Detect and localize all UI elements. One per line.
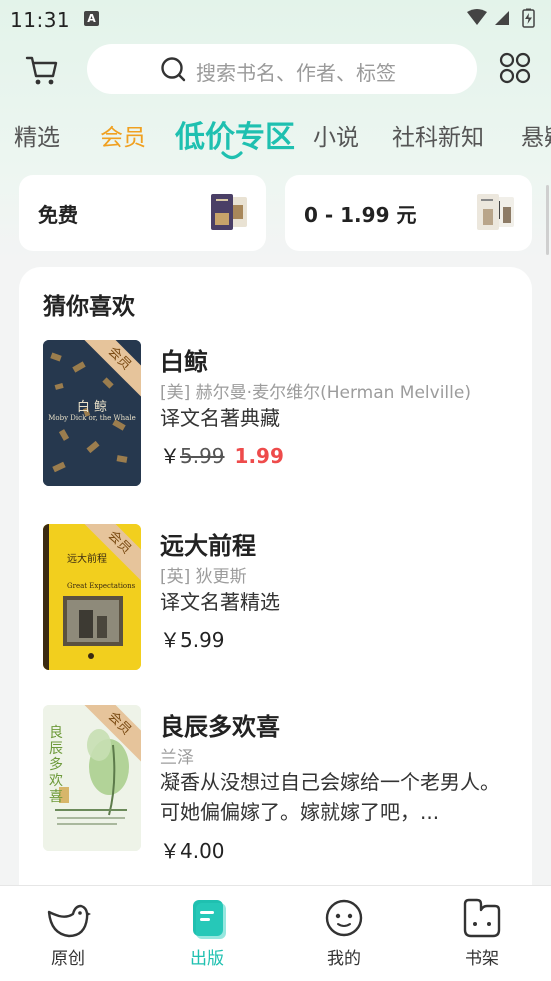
nav-bookshelf[interactable]: 书架 (427, 886, 537, 981)
grid-icon (499, 52, 531, 84)
filter-cheap-label: 0 - 1.99 元 (304, 203, 417, 227)
nav-label: 我的 (327, 949, 361, 969)
cover-subtitle: Moby Dick or, the Whale (48, 414, 136, 422)
nav-original[interactable]: 原创 (13, 886, 123, 981)
search-icon (161, 57, 186, 82)
recommend-panel: 猜你喜欢 白 鲸 Moby Dick or, the Whale 会员 白鲸 [… (19, 267, 532, 907)
book-author: 兰泽 (160, 748, 194, 768)
book-item-great-expectations[interactable]: 远大前程 Great Expectations 会员 远大前程 [英] 狄更斯 … (19, 524, 532, 674)
category-tabs: 精选 会员 低价专区 小说 社科新知 悬疑 (0, 112, 551, 164)
price-sale: 1.99 (234, 444, 284, 468)
scroll-indicator (546, 185, 549, 255)
book-cover: 良辰多欢喜 会员 (43, 705, 141, 851)
cover-title: 白 鲸 (76, 400, 108, 415)
book-title: 远大前程 (160, 532, 256, 560)
cover-title: 良辰多欢喜 (49, 725, 63, 805)
book-cover: 远大前程 Great Expectations 会员 (43, 524, 141, 670)
book-icon (193, 900, 226, 939)
search-placeholder: 搜索书名、作者、标签 (196, 61, 396, 85)
search-input[interactable]: 搜索书名、作者、标签 (87, 44, 477, 94)
filter-free-covers (211, 194, 247, 230)
nav-me[interactable]: 我的 (289, 886, 399, 981)
filter-cheap-card[interactable]: 0 - 1.99 元 (285, 175, 532, 251)
bottom-nav: 原创 出版 我的 书架 (0, 885, 551, 981)
cart-icon (25, 56, 58, 85)
nav-label: 原创 (51, 949, 85, 969)
status-time: 11:31 (10, 8, 71, 32)
book-desc: 译文名著精选 (160, 590, 280, 614)
tab-social-science[interactable]: 社科新知 (392, 118, 484, 152)
book-cover: 白 鲸 Moby Dick or, the Whale 会员 (43, 340, 141, 486)
book-author: [美] 赫尔曼·麦尔维尔(Herman Melville) (160, 383, 471, 403)
nav-label: 出版 (190, 949, 224, 969)
bookshelf-icon (463, 898, 501, 938)
tab-suspense[interactable]: 悬疑 (521, 118, 551, 152)
nav-publish[interactable]: 出版 (152, 886, 262, 981)
book-item-moby-dick[interactable]: 白 鲸 Moby Dick or, the Whale 会员 白鲸 [美] 赫尔… (19, 340, 532, 490)
book-price: ￥4.00 (160, 839, 225, 863)
status-indicators-icon (467, 8, 535, 28)
filter-free-label: 免费 (38, 203, 78, 227)
book-title: 白鲸 (160, 348, 208, 376)
filter-free-card[interactable]: 免费 (19, 175, 266, 251)
nav-label: 书架 (465, 949, 499, 969)
book-author: [英] 狄更斯 (160, 567, 247, 587)
cart-button[interactable] (24, 52, 60, 88)
price-currency: ￥ (160, 444, 180, 468)
status-bar: 11:31 A (0, 0, 551, 36)
bird-icon (47, 904, 91, 938)
book-price: ￥5.99 (160, 628, 225, 652)
section-title: 猜你喜欢 (43, 294, 135, 320)
price-original: 5.99 (180, 444, 225, 468)
cover-title: 远大前程 (67, 554, 107, 565)
book-title: 良辰多欢喜 (160, 713, 280, 741)
book-desc: 凝香从没想过自己会嫁给一个老男人。可她偏偏嫁了。嫁就嫁了吧，... (160, 770, 500, 824)
tab-featured[interactable]: 精选 (14, 118, 60, 152)
cover-subtitle: Great Expectations (67, 582, 136, 590)
smiley-icon (325, 899, 363, 937)
book-item-liangchen[interactable]: 良辰多欢喜 会员 良辰多欢喜 兰泽 凝香从没想过自己会嫁给一个老男人。可她偏偏嫁… (19, 705, 532, 863)
book-desc: 译文名著典藏 (160, 406, 280, 430)
tab-vip[interactable]: 会员 (100, 118, 146, 152)
book-price: ￥5.99 1.99 (160, 440, 284, 469)
active-tab-indicator (221, 151, 243, 160)
notification-icon: A (84, 11, 99, 26)
filter-cheap-covers (477, 194, 514, 230)
category-grid-button[interactable] (499, 52, 531, 84)
tab-novel[interactable]: 小说 (313, 118, 359, 152)
